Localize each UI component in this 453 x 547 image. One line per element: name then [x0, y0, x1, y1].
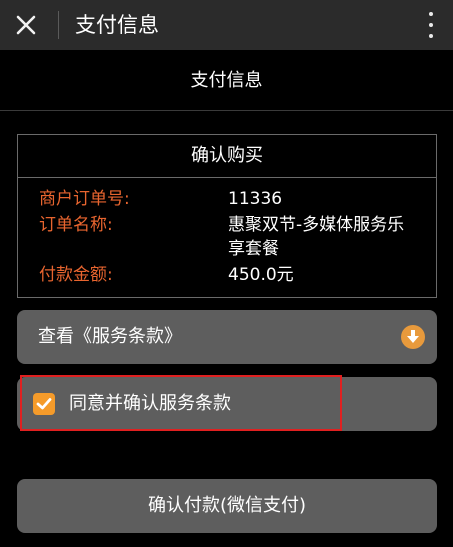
more-options-button[interactable] — [419, 8, 443, 42]
order-card-heading: 确认购买 — [18, 135, 436, 178]
order-name-value: 惠聚双节-多媒体服务乐享套餐 — [228, 215, 405, 259]
order-name-label: 订单名称: — [39, 215, 113, 235]
order-card: 确认购买 商户订单号: 11336 订单名称: 惠聚双节-多媒体服务乐享套餐 付… — [17, 134, 437, 298]
close-button[interactable] — [6, 5, 46, 45]
close-icon — [16, 15, 36, 35]
view-terms-button[interactable]: 查看《服务条款》 — [17, 310, 437, 364]
order-number-label: 商户订单号: — [39, 189, 130, 209]
page-header: 支付信息 — [0, 50, 453, 111]
divider — [58, 11, 59, 39]
view-terms-label: 查看《服务条款》 — [38, 326, 182, 347]
app-title: 支付信息 — [75, 13, 159, 37]
order-number-value: 11336 — [228, 189, 283, 209]
order-amount-label: 付款金额: — [39, 265, 113, 285]
app-bar: 支付信息 — [0, 0, 453, 50]
highlight-box — [20, 375, 342, 431]
confirm-payment-button[interactable]: 确认付款(微信支付) — [17, 479, 437, 533]
order-amount-value: 450.0元 — [228, 265, 294, 285]
page-title: 支付信息 — [190, 70, 263, 91]
arrow-down-circle-icon — [401, 325, 425, 349]
